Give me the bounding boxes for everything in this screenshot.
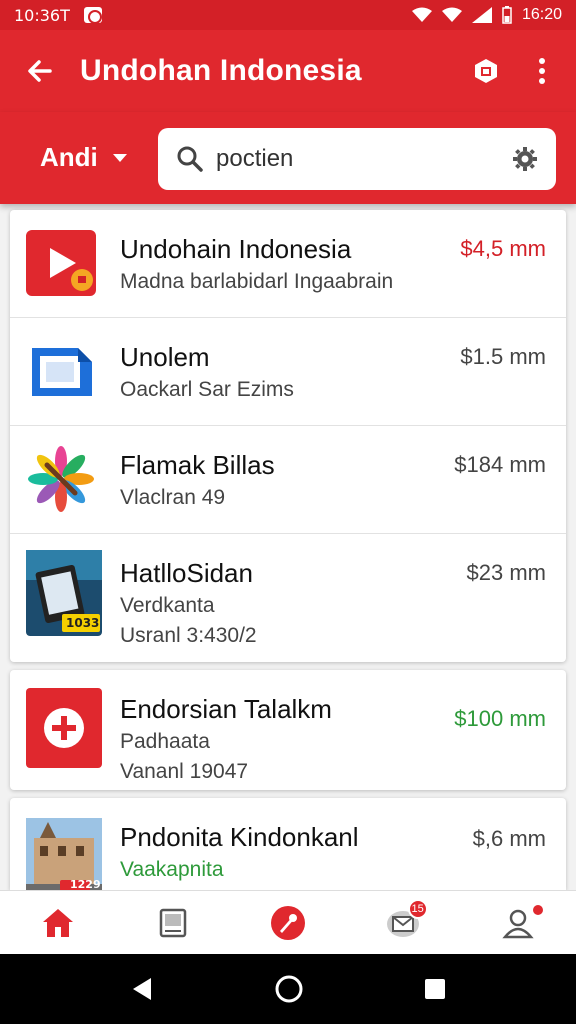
search-query: poctien <box>216 145 294 172</box>
system-back-button[interactable] <box>129 976 155 1002</box>
list-card-secondary: Endorsian Talalkm Padhaata Vananl 19047 … <box>10 670 566 790</box>
item-title: Undohain Indonesia <box>120 234 352 264</box>
item-title: Pndonita Kindonkanl <box>120 822 359 852</box>
nav-home[interactable] <box>0 891 115 954</box>
notification-icon <box>83 7 102 24</box>
item-subtitle: Oackarl Sar Ezims <box>120 378 294 401</box>
user-name: Andi <box>40 142 98 172</box>
wifi-icon <box>411 7 432 22</box>
item-subtitle: Verdkanta <box>120 594 215 617</box>
status-bar: 10:36T 16:20 <box>0 0 576 30</box>
share-button[interactable] <box>458 30 514 112</box>
item-price: $4,5 mm <box>460 236 546 261</box>
item-subtitle-2: Vananl 19047 <box>120 760 249 783</box>
app-bar: Undohan Indonesia <box>0 30 576 112</box>
list-item[interactable]: 1229 Pndonita Kindonkanl Vaakapnita $,6 … <box>10 798 566 890</box>
bottom-navigation: 15 <box>0 890 576 954</box>
item-price: $100 mm <box>454 706 546 731</box>
item-subtitle: Vaakapnita <box>120 858 224 881</box>
item-subtitle-2: Usranl 3:430/2 <box>120 624 257 647</box>
cube-icon <box>475 59 497 83</box>
search-input[interactable]: poctien <box>158 128 556 190</box>
item-subtitle: Padhaata <box>120 730 210 753</box>
search-icon <box>177 146 203 172</box>
more-vertical-icon <box>539 58 545 84</box>
nav-profile[interactable] <box>461 891 576 954</box>
item-price: $1.5 mm <box>460 344 546 369</box>
item-price: $,6 mm <box>472 826 546 851</box>
back-button[interactable] <box>0 30 80 112</box>
item-subtitle: Madna barlabidarl Ingaabrain <box>120 270 394 293</box>
system-home-button[interactable] <box>274 974 304 1004</box>
system-recents-button[interactable] <box>423 977 447 1001</box>
item-price: $184 mm <box>454 452 546 477</box>
user-icon <box>502 909 535 938</box>
gear-icon[interactable] <box>512 146 538 172</box>
status-clock: 16:20 <box>521 6 562 23</box>
tablet-photo-badge: 1033 <box>66 616 100 630</box>
item-title: Flamak Billas <box>120 450 275 480</box>
profile-notification-dot <box>532 905 543 915</box>
nav-messages[interactable]: 15 <box>346 891 461 954</box>
list-card-tertiary: 1229 Pndonita Kindonkanl Vaakapnita $,6 … <box>10 798 566 890</box>
nav-center-action[interactable] <box>230 891 345 954</box>
user-dropdown[interactable]: Andi <box>40 142 128 173</box>
battery-icon <box>502 6 512 24</box>
list-item[interactable]: Flamak Billas Vlaclran 49 $184 mm <box>10 426 566 534</box>
system-navigation-bar <box>0 954 576 1024</box>
rocket-icon <box>271 905 305 940</box>
status-time: 10:36T <box>14 5 70 25</box>
item-title: Unolem <box>120 342 210 372</box>
list-card-main: Undohain Indonesia Madna barlabidarl Ing… <box>10 210 566 662</box>
item-title: Endorsian Talalkm <box>120 694 332 724</box>
item-title: HatlloSidan <box>120 558 253 588</box>
book-icon <box>159 908 187 937</box>
list-item[interactable]: Unolem Oackarl Sar Ezims $1.5 mm <box>10 318 566 426</box>
messages-badge: 15 <box>407 899 428 919</box>
home-icon <box>42 908 73 937</box>
list-item[interactable]: Endorsian Talalkm Padhaata Vananl 19047 … <box>10 670 566 790</box>
arrow-left-icon <box>28 60 52 82</box>
nav-catalog[interactable] <box>115 891 230 954</box>
building-photo-badge: 1229 <box>70 878 101 890</box>
list-item[interactable]: Undohain Indonesia Madna barlabidarl Ing… <box>10 210 566 318</box>
more-options-button[interactable] <box>514 30 570 112</box>
document-icon <box>32 348 92 396</box>
plus-icon <box>26 688 102 768</box>
wifi-icon-2 <box>441 7 462 22</box>
list-item[interactable]: 1033 HatlloSidan Verdkanta Usranl 3:430/… <box>10 534 566 662</box>
signal-icon <box>471 7 492 23</box>
item-subtitle: Vlaclran 49 <box>120 486 226 509</box>
chevron-down-icon <box>112 153 127 162</box>
status-icons: 16:20 <box>411 6 562 24</box>
app-title: Undohan Indonesia <box>80 54 362 87</box>
item-price: $23 mm <box>466 560 546 585</box>
youtube-icon <box>26 230 96 296</box>
pinwheel-icon <box>28 446 94 512</box>
search-strip: Andi poctien <box>0 112 576 204</box>
